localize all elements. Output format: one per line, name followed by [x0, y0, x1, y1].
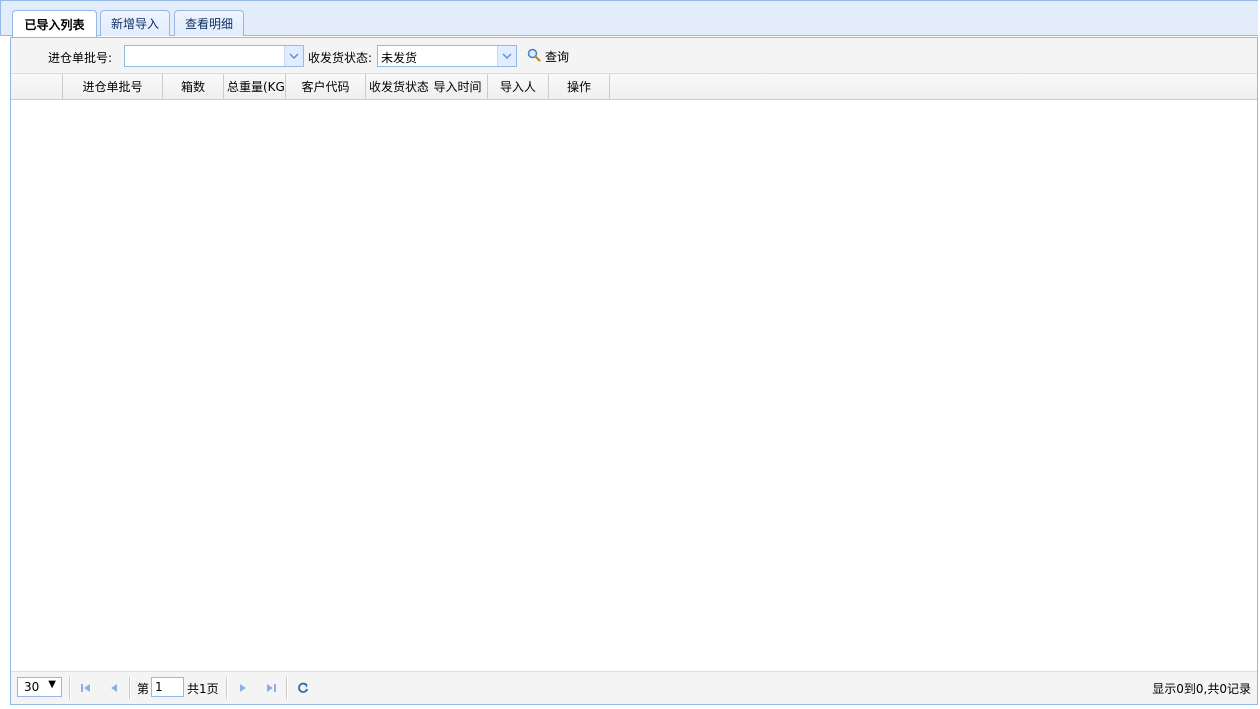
- column-header[interactable]: 导入人: [488, 74, 549, 99]
- pagination-bar: 30 ▼ 第 共1页 显示0到0,共0记录: [11, 671, 1257, 704]
- tab-view-details[interactable]: 查看明细: [174, 10, 244, 36]
- main-panel: 进仓单批号: 收发货状态: 未发货 查询 进仓单批号 箱数 总重量(KG 客户代…: [10, 37, 1258, 705]
- grid-body: [11, 100, 1257, 672]
- page-number-input[interactable]: [151, 677, 184, 697]
- page-size-select[interactable]: 30 ▼: [17, 677, 62, 697]
- search-button-label: 查询: [545, 49, 570, 64]
- page-size-value: 30: [24, 680, 40, 694]
- refresh-icon[interactable]: [295, 680, 311, 696]
- next-page-icon[interactable]: [235, 680, 251, 696]
- chevron-down-icon[interactable]: [497, 46, 516, 66]
- separator: [226, 677, 228, 699]
- column-header[interactable]: 总重量(KG: [224, 74, 286, 99]
- column-header[interactable]: 操作: [549, 74, 610, 99]
- batch-label: 进仓单批号:: [48, 51, 113, 65]
- page-total: 共1页: [187, 682, 219, 696]
- pagination-info: 显示0到0,共0记录: [1152, 682, 1251, 696]
- page-prefix: 第: [137, 682, 150, 696]
- search-icon: [527, 48, 541, 65]
- column-header[interactable]: 进仓单批号: [63, 74, 163, 99]
- separator: [129, 677, 131, 699]
- search-button[interactable]: 查询: [527, 44, 569, 68]
- column-header[interactable]: 箱数: [163, 74, 224, 99]
- status-label: 收发货状态:: [308, 51, 373, 65]
- tab-new-import[interactable]: 新增导入: [100, 10, 170, 36]
- chevron-down-icon[interactable]: [284, 46, 303, 66]
- row-number-header: [11, 74, 63, 99]
- column-header[interactable]: 收发货状态: [366, 74, 428, 99]
- last-page-icon[interactable]: [263, 680, 279, 696]
- tab-imported-list[interactable]: 已导入列表: [12, 10, 97, 37]
- separator: [286, 677, 288, 699]
- search-toolbar: 进仓单批号: 收发货状态: 未发货 查询: [11, 38, 1257, 74]
- dropdown-arrow-icon: ▼: [48, 679, 56, 690]
- batch-combobox[interactable]: [124, 45, 304, 67]
- first-page-icon[interactable]: [78, 680, 94, 696]
- column-header[interactable]: 导入时间: [428, 74, 488, 99]
- separator: [69, 677, 71, 699]
- status-combobox[interactable]: 未发货: [377, 45, 517, 67]
- previous-page-icon[interactable]: [106, 680, 122, 696]
- grid-header: 进仓单批号 箱数 总重量(KG 客户代码 收发货状态 导入时间 导入人 操作: [11, 74, 1257, 100]
- column-header[interactable]: 客户代码: [286, 74, 366, 99]
- tabs-header: 已导入列表 新增导入 查看明细: [0, 0, 1258, 37]
- status-value: 未发货: [381, 51, 418, 65]
